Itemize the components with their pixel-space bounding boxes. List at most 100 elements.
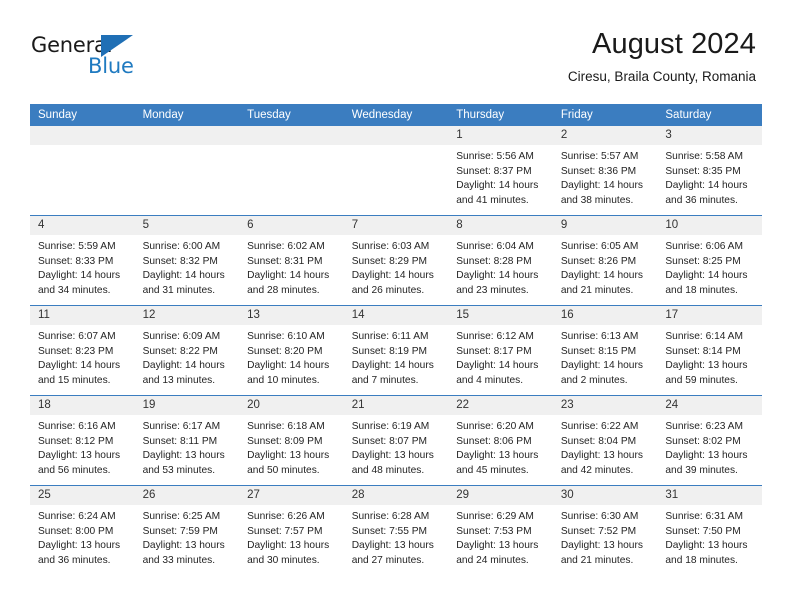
day-info: Sunrise: 6:07 AM Sunset: 8:23 PM Dayligh… [30, 325, 135, 388]
day-number: 21 [343, 396, 449, 415]
sunset-text: Sunset: 8:19 PM [351, 345, 428, 357]
daylight-text-line2: and 23 minutes. [456, 284, 529, 296]
day-cell[interactable] [30, 126, 135, 216]
day-info: Sunrise: 6:03 AM Sunset: 8:29 PM Dayligh… [344, 235, 449, 298]
sunrise-text: Sunrise: 6:28 AM [351, 511, 430, 522]
daylight-text-line1: Daylight: 13 hours [351, 540, 434, 552]
sunset-text: Sunset: 8:29 PM [351, 255, 428, 267]
day-info: Sunrise: 6:06 AM Sunset: 8:25 PM Dayligh… [657, 235, 762, 298]
sunrise-text: Sunrise: 6:20 AM [456, 421, 534, 432]
daylight-text-line2: and 2 minutes. [560, 374, 628, 386]
day-info: Sunrise: 6:11 AM Sunset: 8:19 PM Dayligh… [344, 325, 449, 388]
sunrise-text: Sunrise: 6:14 AM [665, 331, 743, 342]
daylight-text-line1: Daylight: 14 hours [560, 360, 643, 372]
day-number: 20 [239, 396, 344, 415]
day-cell[interactable]: 16 Sunrise: 6:13 AM Sunset: 8:15 PM Dayl… [552, 305, 658, 396]
day-cell[interactable]: 14 Sunrise: 6:11 AM Sunset: 8:19 PM Dayl… [343, 305, 449, 396]
day-cell[interactable]: 8 Sunrise: 6:04 AM Sunset: 8:28 PM Dayli… [448, 215, 553, 306]
daylight-text-line1: Daylight: 14 hours [38, 360, 121, 372]
daylight-text-line1: Daylight: 14 hours [38, 270, 121, 282]
day-number: 4 [30, 216, 135, 235]
sunset-text: Sunset: 7:57 PM [247, 525, 323, 537]
day-number: 12 [134, 306, 240, 325]
day-number: 15 [448, 306, 553, 325]
day-cell[interactable] [343, 126, 449, 216]
daylight-text-line1: Daylight: 14 hours [247, 360, 330, 372]
day-cell[interactable]: 2 Sunrise: 5:57 AM Sunset: 8:36 PM Dayli… [552, 126, 658, 216]
daylight-text-line1: Daylight: 14 hours [351, 360, 434, 372]
day-number: 22 [448, 396, 553, 415]
calendar-container: Sunday Monday Tuesday Wednesday Thursday… [30, 104, 762, 575]
sunrise-text: Sunrise: 6:10 AM [247, 331, 325, 342]
brand-logo[interactable]: General Blue [31, 33, 251, 81]
day-number: 29 [448, 486, 553, 505]
day-number: 30 [552, 486, 658, 505]
day-cell[interactable]: 10 Sunrise: 6:06 AM Sunset: 8:25 PM Dayl… [657, 215, 762, 306]
day-cell[interactable]: 23 Sunrise: 6:22 AM Sunset: 8:04 PM Dayl… [552, 395, 658, 486]
daylight-text-line2: and 18 minutes. [665, 554, 738, 566]
day-number: 1 [448, 126, 553, 145]
day-cell[interactable]: 19 Sunrise: 6:17 AM Sunset: 8:11 PM Dayl… [134, 395, 240, 486]
sunset-text: Sunset: 8:17 PM [456, 345, 532, 357]
day-number: 5 [134, 216, 240, 235]
day-cell[interactable]: 1 Sunrise: 5:56 AM Sunset: 8:37 PM Dayli… [448, 126, 553, 216]
sunrise-text: Sunrise: 5:58 AM [665, 151, 743, 162]
day-cell[interactable]: 13 Sunrise: 6:10 AM Sunset: 8:20 PM Dayl… [239, 305, 344, 396]
day-cell[interactable]: 20 Sunrise: 6:18 AM Sunset: 8:09 PM Dayl… [239, 395, 344, 486]
day-cell[interactable]: 9 Sunrise: 6:05 AM Sunset: 8:26 PM Dayli… [552, 215, 658, 306]
daylight-text-line2: and 50 minutes. [247, 464, 320, 476]
daylight-text-line1: Daylight: 13 hours [38, 540, 121, 552]
day-cell[interactable]: 26 Sunrise: 6:25 AM Sunset: 7:59 PM Dayl… [134, 485, 240, 575]
day-cell[interactable]: 18 Sunrise: 6:16 AM Sunset: 8:12 PM Dayl… [30, 395, 135, 486]
daylight-text-line1: Daylight: 14 hours [665, 270, 748, 282]
sunset-text: Sunset: 8:12 PM [38, 435, 114, 447]
sunrise-text: Sunrise: 6:24 AM [38, 511, 116, 522]
day-cell[interactable]: 15 Sunrise: 6:12 AM Sunset: 8:17 PM Dayl… [448, 305, 553, 396]
day-cell[interactable]: 5 Sunrise: 6:00 AM Sunset: 8:32 PM Dayli… [134, 215, 240, 306]
daylight-text-line2: and 39 minutes. [665, 464, 738, 476]
day-info: Sunrise: 6:10 AM Sunset: 8:20 PM Dayligh… [239, 325, 344, 388]
day-cell[interactable]: 31 Sunrise: 6:31 AM Sunset: 7:50 PM Dayl… [657, 485, 762, 575]
day-cell[interactable]: 11 Sunrise: 6:07 AM Sunset: 8:23 PM Dayl… [30, 305, 135, 396]
daylight-text-line2: and 45 minutes. [456, 464, 529, 476]
daylight-text-line2: and 21 minutes. [560, 554, 634, 566]
sunrise-text: Sunrise: 6:16 AM [38, 421, 116, 432]
daylight-text-line2: and 4 minutes. [456, 374, 524, 386]
day-cell[interactable]: 28 Sunrise: 6:28 AM Sunset: 7:55 PM Dayl… [343, 485, 449, 575]
day-cell[interactable] [134, 126, 240, 216]
day-cell[interactable]: 6 Sunrise: 6:02 AM Sunset: 8:31 PM Dayli… [239, 215, 344, 306]
sunset-text: Sunset: 7:52 PM [560, 525, 637, 537]
calendar-page: General Blue August 2024 Ciresu, Braila … [0, 0, 792, 612]
day-cell[interactable]: 30 Sunrise: 6:30 AM Sunset: 7:52 PM Dayl… [552, 485, 658, 575]
day-cell[interactable]: 17 Sunrise: 6:14 AM Sunset: 8:14 PM Dayl… [657, 305, 762, 396]
sunset-text: Sunset: 8:31 PM [247, 255, 323, 267]
daylight-text-line2: and 56 minutes. [38, 464, 111, 476]
day-cell[interactable]: 22 Sunrise: 6:20 AM Sunset: 8:06 PM Dayl… [448, 395, 553, 486]
page-subtitle: Ciresu, Braila County, Romania [567, 69, 756, 85]
day-cell[interactable]: 24 Sunrise: 6:23 AM Sunset: 8:02 PM Dayl… [657, 395, 762, 486]
weekday-header-friday: Friday [552, 104, 658, 126]
day-cell[interactable]: 7 Sunrise: 6:03 AM Sunset: 8:29 PM Dayli… [343, 215, 449, 306]
daylight-text-line2: and 41 minutes. [456, 194, 529, 206]
sunrise-text: Sunrise: 5:57 AM [560, 151, 639, 162]
day-cell[interactable]: 12 Sunrise: 6:09 AM Sunset: 8:22 PM Dayl… [134, 305, 240, 396]
day-cell[interactable] [239, 126, 344, 216]
daylight-text-line2: and 10 minutes. [247, 374, 320, 386]
day-cell[interactable]: 21 Sunrise: 6:19 AM Sunset: 8:07 PM Dayl… [343, 395, 449, 486]
week-row: 11 Sunrise: 6:07 AM Sunset: 8:23 PM Dayl… [30, 305, 762, 396]
day-cell[interactable]: 3 Sunrise: 5:58 AM Sunset: 8:35 PM Dayli… [657, 126, 762, 216]
day-cell[interactable]: 4 Sunrise: 5:59 AM Sunset: 8:33 PM Dayli… [30, 215, 135, 306]
day-cell[interactable]: 25 Sunrise: 6:24 AM Sunset: 8:00 PM Dayl… [30, 485, 135, 575]
sunset-text: Sunset: 8:33 PM [38, 255, 114, 267]
daylight-text-line2: and 24 minutes. [456, 554, 529, 566]
day-number [134, 126, 240, 145]
brand-name-blue: Blue [88, 54, 134, 78]
day-number: 11 [30, 306, 135, 325]
daylight-text-line1: Daylight: 13 hours [560, 450, 643, 462]
sunrise-text: Sunrise: 6:02 AM [247, 241, 325, 252]
daylight-text-line1: Daylight: 13 hours [351, 450, 434, 462]
sunset-text: Sunset: 8:07 PM [351, 435, 428, 447]
day-cell[interactable]: 29 Sunrise: 6:29 AM Sunset: 7:53 PM Dayl… [448, 485, 553, 575]
day-cell[interactable]: 27 Sunrise: 6:26 AM Sunset: 7:57 PM Dayl… [239, 485, 344, 575]
daylight-text-line2: and 34 minutes. [38, 284, 111, 296]
